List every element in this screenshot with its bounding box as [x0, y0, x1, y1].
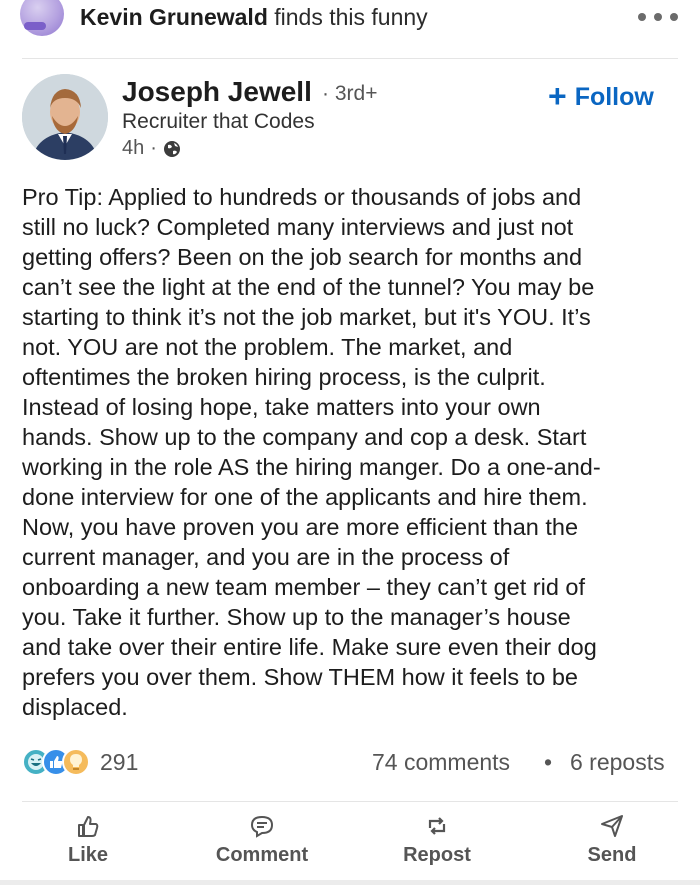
- like-button[interactable]: Like: [28, 812, 148, 867]
- actor-avatar[interactable]: [20, 0, 64, 36]
- post-line: hands. Show up to the company and cop a …: [22, 424, 587, 450]
- divider: [22, 801, 678, 802]
- comment-label: Comment: [215, 844, 309, 866]
- activity-header: Kevin Grunewald finds this funny: [0, 0, 700, 56]
- post-line: onboarding a new team member – they can’…: [22, 574, 586, 600]
- reaction-count: 291: [100, 748, 139, 775]
- send-button[interactable]: Send: [552, 812, 672, 867]
- post-line: displaced.: [22, 694, 128, 720]
- degree-separator: ·: [322, 82, 329, 105]
- post-line: done interview for one of the applicants…: [22, 484, 588, 510]
- connection-degree: · 3rd+: [322, 82, 377, 106]
- post-line: Now, you have proven you are more effici…: [22, 514, 579, 540]
- post-line: current manager, and you are in the proc…: [22, 544, 510, 570]
- meta-separator: ·: [150, 137, 157, 159]
- activity-text: Kevin Grunewald finds this funny: [80, 4, 428, 31]
- comment-button[interactable]: Comment: [202, 812, 322, 867]
- send-label: Send: [587, 844, 637, 866]
- repost-icon: [428, 817, 446, 835]
- insightful-icon: [62, 748, 90, 776]
- post-line: and take over their entire life. Make su…: [22, 634, 597, 660]
- comments-count[interactable]: 74 comments: [372, 749, 510, 776]
- post-meta: 4h ·: [122, 137, 181, 160]
- post-line: prefers you over them. Show THEM how it …: [22, 664, 578, 690]
- post-line: getting offers? Been on the job search f…: [22, 244, 583, 270]
- plus-icon: +: [548, 77, 567, 114]
- send-icon: [601, 815, 623, 837]
- author-name[interactable]: Joseph Jewell: [122, 76, 312, 108]
- post-time: 4h: [122, 137, 145, 159]
- post-line: Instead of losing hope, take matters int…: [22, 394, 541, 420]
- post-line: working in the role AS the hiring manger…: [22, 454, 601, 480]
- degree-label: 3rd+: [334, 82, 378, 105]
- repost-button[interactable]: Repost: [377, 812, 497, 867]
- post-line: Pro Tip: Applied to hundreds or thousand…: [22, 184, 582, 210]
- activity-action: finds this funny: [274, 4, 428, 30]
- post-line: still no luck? Completed many interviews…: [22, 214, 574, 240]
- divider: [22, 58, 678, 59]
- stats-separator: •: [544, 749, 553, 775]
- post-line: oftentimes the broken hiring process, is…: [22, 364, 546, 390]
- activity-actor[interactable]: Kevin Grunewald: [80, 4, 268, 30]
- more-options-icon[interactable]: [638, 13, 678, 21]
- post-line: you. Take it further. Show up to the man…: [22, 604, 571, 630]
- follow-label: Follow: [574, 82, 654, 111]
- follow-button[interactable]: + Follow: [548, 80, 654, 114]
- globe-icon: [163, 140, 181, 158]
- like-label: Like: [67, 844, 109, 866]
- like-icon: [78, 816, 99, 837]
- post-line: can’t see the light at the end of the tu…: [22, 274, 595, 300]
- post-line: not. YOU are not the problem. The market…: [22, 334, 513, 360]
- footer-strip: [0, 880, 700, 885]
- post-line: starting to think it’s not the job marke…: [22, 304, 591, 330]
- reaction-icons: [22, 748, 94, 776]
- repost-label: Repost: [403, 844, 471, 866]
- reposts-count[interactable]: 6 reposts: [570, 749, 665, 776]
- author-avatar[interactable]: [22, 74, 108, 160]
- comment-icon: [250, 815, 274, 838]
- author-headline: Recruiter that Codes: [122, 110, 315, 133]
- reactions-summary[interactable]: 291: [22, 746, 138, 778]
- post-text: Pro Tip: Applied to hundreds or thousand…: [22, 182, 682, 722]
